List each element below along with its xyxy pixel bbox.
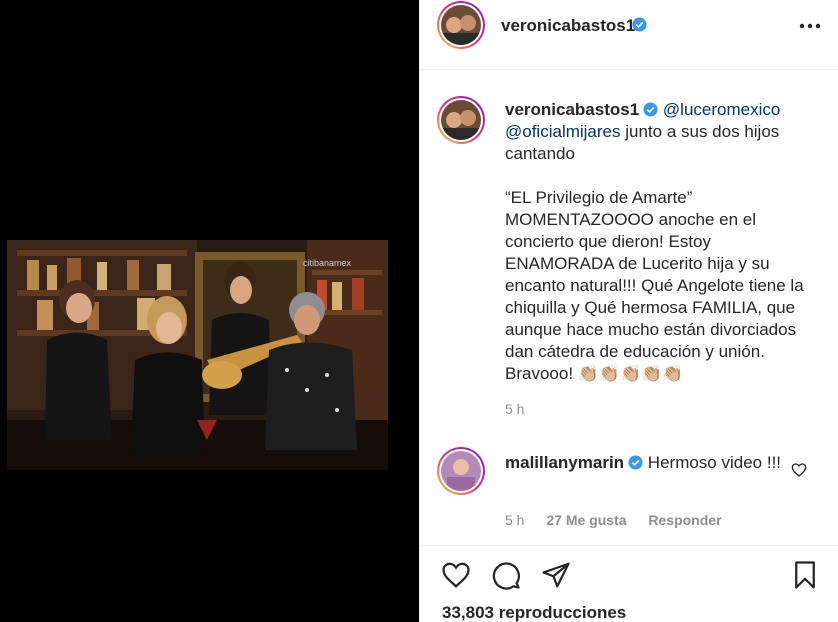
post-header: veronicabastos1 — [420, 0, 838, 70]
send-icon[interactable] — [541, 560, 571, 590]
caption-time[interactable]: 5 h — [505, 398, 825, 420]
comment: malillanymarin Hermoso video !!! — [505, 451, 795, 474]
caption-username[interactable]: veronicabastos1 — [505, 100, 639, 119]
post-caption: veronicabastos1 @luceromexico @oficialmi… — [505, 99, 825, 420]
author-avatar[interactable] — [437, 1, 485, 49]
view-count[interactable]: 33,803 reproducciones — [442, 603, 626, 622]
bookmark-icon[interactable] — [790, 560, 820, 590]
verified-badge-icon — [643, 102, 658, 117]
caption-text-body: “EL Privilegio de Amarte” MOMENTAZOOOO a… — [505, 188, 804, 383]
caption-avatar[interactable] — [437, 96, 485, 144]
author-username[interactable]: veronicabastos1 — [501, 16, 635, 36]
comment-username[interactable]: malillanymarin — [505, 453, 624, 472]
verified-badge-icon — [628, 455, 643, 470]
commenter-avatar[interactable] — [437, 447, 485, 495]
comment-likes[interactable]: 27 Me gusta — [546, 512, 626, 528]
video-frame: citibanamex — [7, 240, 388, 470]
comment-text: Hermoso video !!! — [647, 453, 782, 472]
comment-like-heart-icon[interactable] — [791, 462, 807, 478]
video-watermark: citibanamex — [303, 258, 352, 268]
media-panel: citibanamex — [0, 0, 419, 622]
heart-icon[interactable] — [441, 560, 471, 590]
post-details-panel: veronicabastos1 veronicabastos1 @lucerom… — [419, 0, 838, 622]
more-options-icon[interactable] — [799, 22, 821, 30]
video-player[interactable]: citibanamex — [7, 240, 388, 470]
mention-lucero[interactable]: @luceromexico — [663, 100, 780, 119]
comment-reply-button[interactable]: Responder — [648, 512, 721, 528]
verified-badge-icon — [632, 17, 647, 32]
comment-icon[interactable] — [491, 560, 521, 590]
mention-mijares[interactable]: @oficialmijares — [505, 122, 621, 141]
comment-time[interactable]: 5 h — [505, 512, 524, 528]
comment-meta: 5 h 27 Me gusta Responder — [505, 512, 740, 528]
post-actions-bar: 33,803 reproducciones — [420, 545, 838, 622]
instagram-post: citibanamex veronicabastos1 veronicabast… — [0, 0, 838, 622]
